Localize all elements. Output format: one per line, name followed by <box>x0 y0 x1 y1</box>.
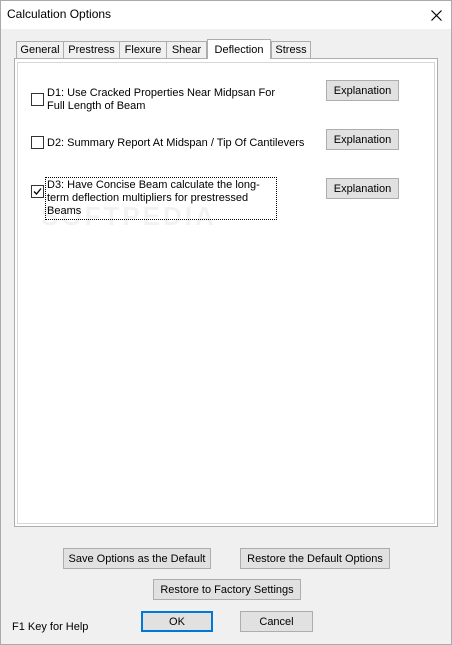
tab-stress[interactable]: Stress <box>271 41 311 58</box>
d1-label[interactable]: D1: Use Cracked Properties Near Midpsan … <box>47 87 287 113</box>
tab-flexure[interactable]: Flexure <box>119 41 167 58</box>
tab-general[interactable]: General <box>16 41 64 58</box>
tab-prestress[interactable]: Prestress <box>63 41 120 58</box>
d1-explanation-button[interactable]: Explanation <box>326 80 399 101</box>
title-bar: Calculation Options <box>1 1 451 29</box>
d2-explanation-button[interactable]: Explanation <box>326 129 399 150</box>
tab-deflection[interactable]: Deflection <box>207 39 271 59</box>
d1-checkbox[interactable] <box>31 93 44 106</box>
dialog-window: Calculation Options General Prestress Fl… <box>0 0 452 645</box>
d3-label[interactable]: D3: Have Concise Beam calculate the long… <box>45 177 277 220</box>
checkmark-icon <box>33 188 42 195</box>
tab-shear[interactable]: Shear <box>166 41 207 58</box>
d3-checkbox[interactable] <box>31 185 44 198</box>
d2-checkbox[interactable] <box>31 136 44 149</box>
cancel-button[interactable]: Cancel <box>240 611 313 632</box>
ok-button[interactable]: OK <box>141 611 213 632</box>
save-default-button[interactable]: Save Options as the Default <box>63 548 211 569</box>
close-icon <box>430 9 442 21</box>
restore-factory-button[interactable]: Restore to Factory Settings <box>153 579 301 600</box>
d2-label[interactable]: D2: Summary Report At Midspan / Tip Of C… <box>47 137 317 150</box>
help-hint: F1 Key for Help <box>12 621 89 633</box>
close-button[interactable] <box>421 1 451 29</box>
restore-default-button[interactable]: Restore the Default Options <box>240 548 390 569</box>
d3-explanation-button[interactable]: Explanation <box>326 178 399 199</box>
window-title: Calculation Options <box>7 7 112 21</box>
